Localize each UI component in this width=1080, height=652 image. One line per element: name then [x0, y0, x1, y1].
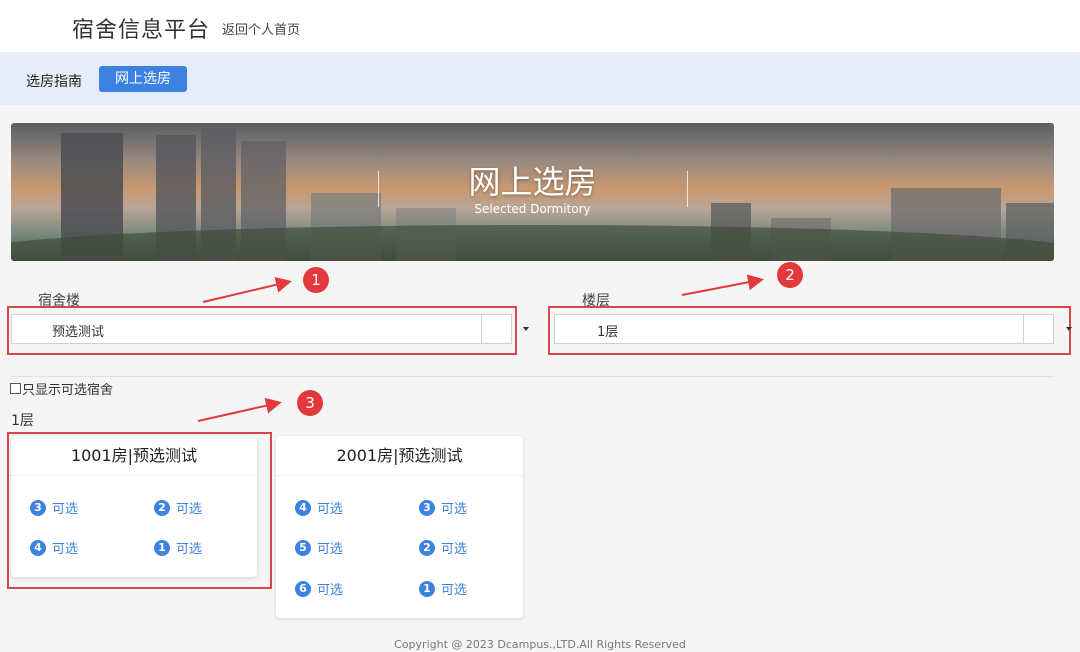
- banner: 网上选房 Selected Dormitory: [11, 123, 1054, 261]
- building-select[interactable]: 预选测试: [11, 314, 512, 344]
- footer-copyright: Copyright @ 2023 Dcampus.,LTD.All Rights…: [394, 638, 686, 651]
- bed-status: 可选: [176, 502, 203, 517]
- annotation-badge-2: 2: [777, 262, 803, 288]
- banner-subtitle: Selected Dormitory: [474, 202, 591, 216]
- floor-heading: 1层: [11, 413, 34, 429]
- bed-status: 可选: [52, 542, 79, 557]
- bed-slot[interactable]: 3 可选: [419, 498, 467, 517]
- annotation-badge-1: 1: [303, 267, 329, 293]
- bed-number-badge: 4: [30, 539, 46, 556]
- bed-number-badge: 5: [295, 539, 311, 556]
- section-divider: [10, 376, 1054, 377]
- arrow-2: [681, 274, 764, 296]
- floor-select-value: 1层: [597, 325, 619, 340]
- only-available-checkbox[interactable]: [10, 383, 21, 394]
- bed-number-badge: 6: [295, 580, 311, 597]
- bed-number-badge: 1: [154, 539, 170, 556]
- bed-status: 可选: [441, 502, 468, 517]
- only-available-label: 只显示可选宿舍: [22, 383, 114, 398]
- bed-slot[interactable]: 1 可选: [154, 538, 202, 557]
- bed-number-badge: 2: [419, 539, 435, 556]
- nav-online-select-tab[interactable]: 网上选房: [99, 66, 187, 92]
- room-card[interactable]: 1001房|预选测试 3 可选 2 可选 4 可选 1 可选: [11, 436, 257, 577]
- building-select-toggle[interactable]: [481, 315, 511, 343]
- nav-guide-link[interactable]: 选房指南: [26, 71, 82, 91]
- bed-status: 可选: [52, 502, 79, 517]
- bed-status: 可选: [441, 583, 468, 598]
- bed-status: 可选: [441, 542, 468, 557]
- bed-slot[interactable]: 2 可选: [419, 538, 467, 557]
- bed-slot[interactable]: 2 可选: [154, 498, 202, 517]
- floor-select[interactable]: 1层: [554, 314, 1054, 344]
- only-available-filter[interactable]: 只显示可选宿舍: [10, 379, 113, 398]
- bed-number-badge: 3: [30, 499, 46, 516]
- floor-select-toggle[interactable]: [1023, 315, 1053, 343]
- bed-slot[interactable]: 3 可选: [30, 498, 78, 517]
- bed-number-badge: 3: [419, 499, 435, 516]
- room-title: 1001房|预选测试: [11, 436, 257, 476]
- brand-title: 宿舍信息平台: [72, 18, 211, 43]
- chevron-down-icon[interactable]: [1066, 327, 1072, 331]
- bed-slot[interactable]: 5 可选: [295, 538, 343, 557]
- banner-title: 网上选房: [468, 163, 597, 201]
- bed-number-badge: 4: [295, 499, 311, 516]
- bed-status: 可选: [317, 542, 344, 557]
- room-title: 2001房|预选测试: [276, 436, 523, 476]
- bed-number-badge: 2: [154, 499, 170, 516]
- room-card[interactable]: 2001房|预选测试 4 可选 3 可选 5 可选 2 可选 6 可选 1 可选: [276, 436, 523, 618]
- home-link[interactable]: 返回个人首页: [222, 19, 300, 38]
- arrow-1: [202, 276, 292, 303]
- bed-status: 可选: [176, 542, 203, 557]
- nav-bar: 选房指南 网上选房: [0, 52, 1080, 105]
- chevron-down-icon[interactable]: [523, 327, 529, 331]
- bed-slot[interactable]: 4 可选: [295, 498, 343, 517]
- building-select-value: 预选测试: [52, 325, 105, 340]
- bed-number-badge: 1: [419, 580, 435, 597]
- bed-status: 可选: [317, 502, 344, 517]
- bed-slot[interactable]: 1 可选: [419, 579, 467, 598]
- bed-status: 可选: [317, 583, 344, 598]
- bed-slot[interactable]: 6 可选: [295, 579, 343, 598]
- annotation-badge-3: 3: [297, 390, 323, 416]
- bed-slot[interactable]: 4 可选: [30, 538, 78, 557]
- top-bar: 宿舍信息平台 返回个人首页: [0, 0, 1080, 52]
- arrow-3: [197, 397, 282, 422]
